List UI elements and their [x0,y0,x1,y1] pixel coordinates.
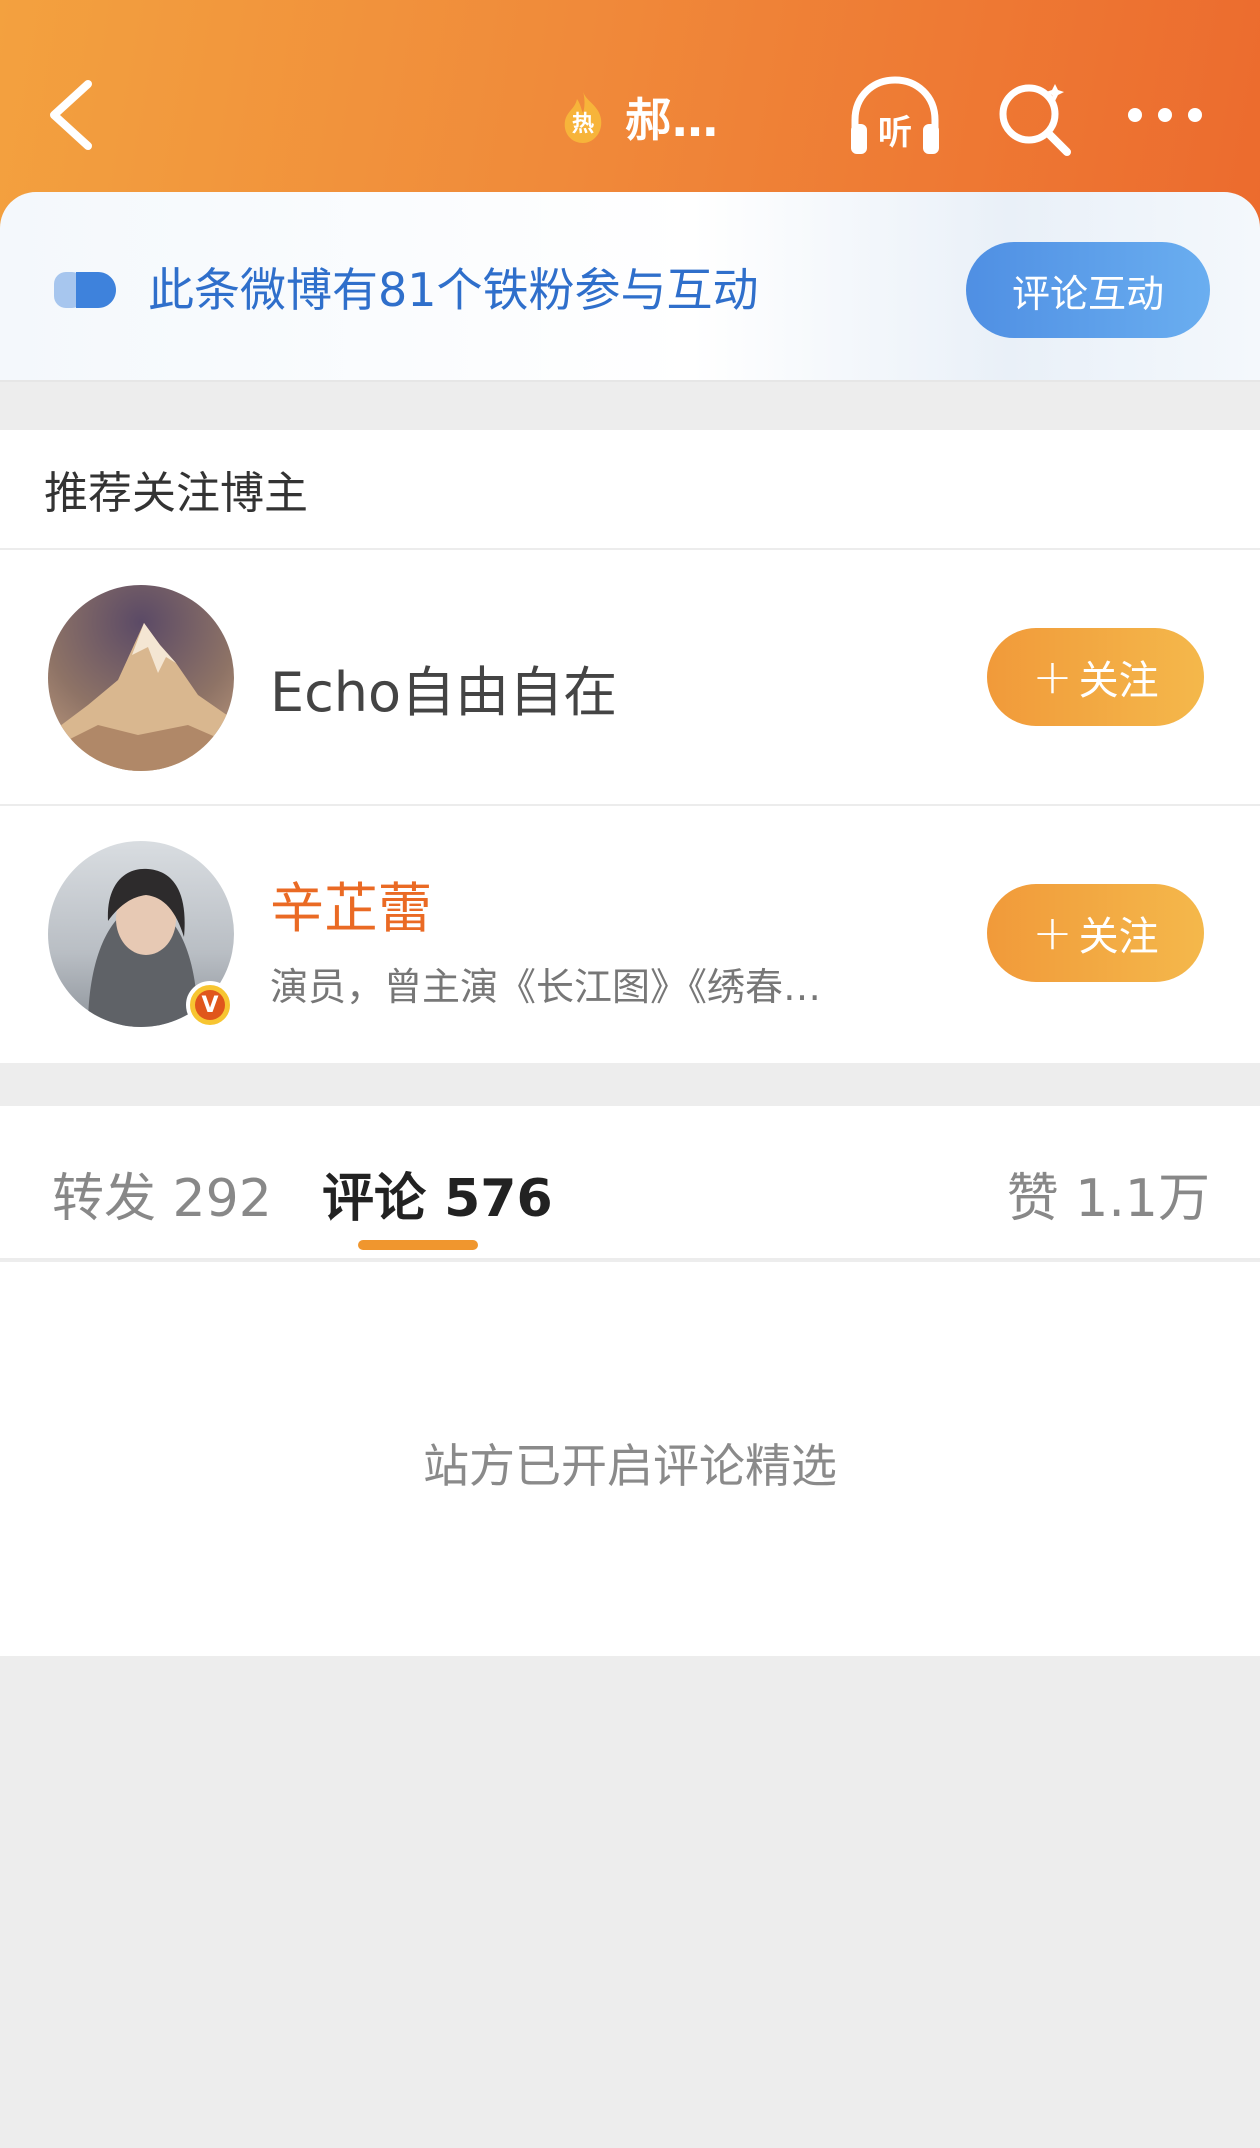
comment-interact-button[interactable]: 评论互动 [966,242,1210,338]
listen-button[interactable]: 听 [845,72,945,162]
iron-fans-banner: 此条微博有81个铁粉参与互动 评论互动 [0,192,1260,382]
back-button[interactable] [40,70,110,160]
plus-icon: + [1032,905,1073,961]
mountain-photo [48,623,234,771]
comments-notice: 站方已开启评论精选 [423,1439,837,1493]
search-button[interactable] [995,70,1075,160]
more-dots-icon [1128,108,1202,122]
user-name[interactable]: Echo自由自在 [270,648,617,727]
user-description: 演员，曾主演《长江图》《绣春… [270,965,822,1009]
user-name[interactable]: 辛芷蕾 [270,864,432,943]
svg-text:听: 听 [878,113,912,153]
plus-icon: + [1032,649,1073,705]
fans-interaction-icon [54,272,116,308]
recommended-user-row[interactable]: Echo自由自在 + 关注 [0,550,1260,806]
avatar[interactable] [48,585,234,771]
tab-repost[interactable]: 转发 292 [52,1156,272,1231]
search-icon [999,84,1071,156]
interaction-tabs: 转发 292 评论 576 赞 1.1万 [0,1106,1260,1260]
chevron-left-icon [50,80,92,150]
verified-badge-icon: V [186,981,234,1029]
follow-button[interactable]: + 关注 [987,884,1204,982]
recommended-bloggers-section: 推荐关注博主 Echo自由自在 + 关注 V 辛芷蕾 演员，曾主演《长江图》《绣… [0,430,1260,1063]
section-heading: 推荐关注博主 [0,430,1260,550]
title-text: 郝… [625,93,719,147]
comments-panel: 站方已开启评论精选 [0,1262,1260,1656]
tab-like[interactable]: 赞 1.1万 [1007,1156,1210,1231]
recommended-user-row[interactable]: V 辛芷蕾 演员，曾主演《长江图》《绣春… + 关注 [0,806,1260,1061]
tab-comment[interactable]: 评论 576 [322,1156,553,1231]
follow-button[interactable]: + 关注 [987,628,1204,726]
page-title: 热 郝… [555,82,719,152]
fans-banner-text: 此条微博有81个铁粉参与互动 [148,263,759,317]
active-tab-indicator [358,1240,478,1250]
hot-flame-icon: 热 [555,87,611,147]
headphones-icon: 听 [851,76,939,154]
more-options-button[interactable] [1125,95,1205,135]
